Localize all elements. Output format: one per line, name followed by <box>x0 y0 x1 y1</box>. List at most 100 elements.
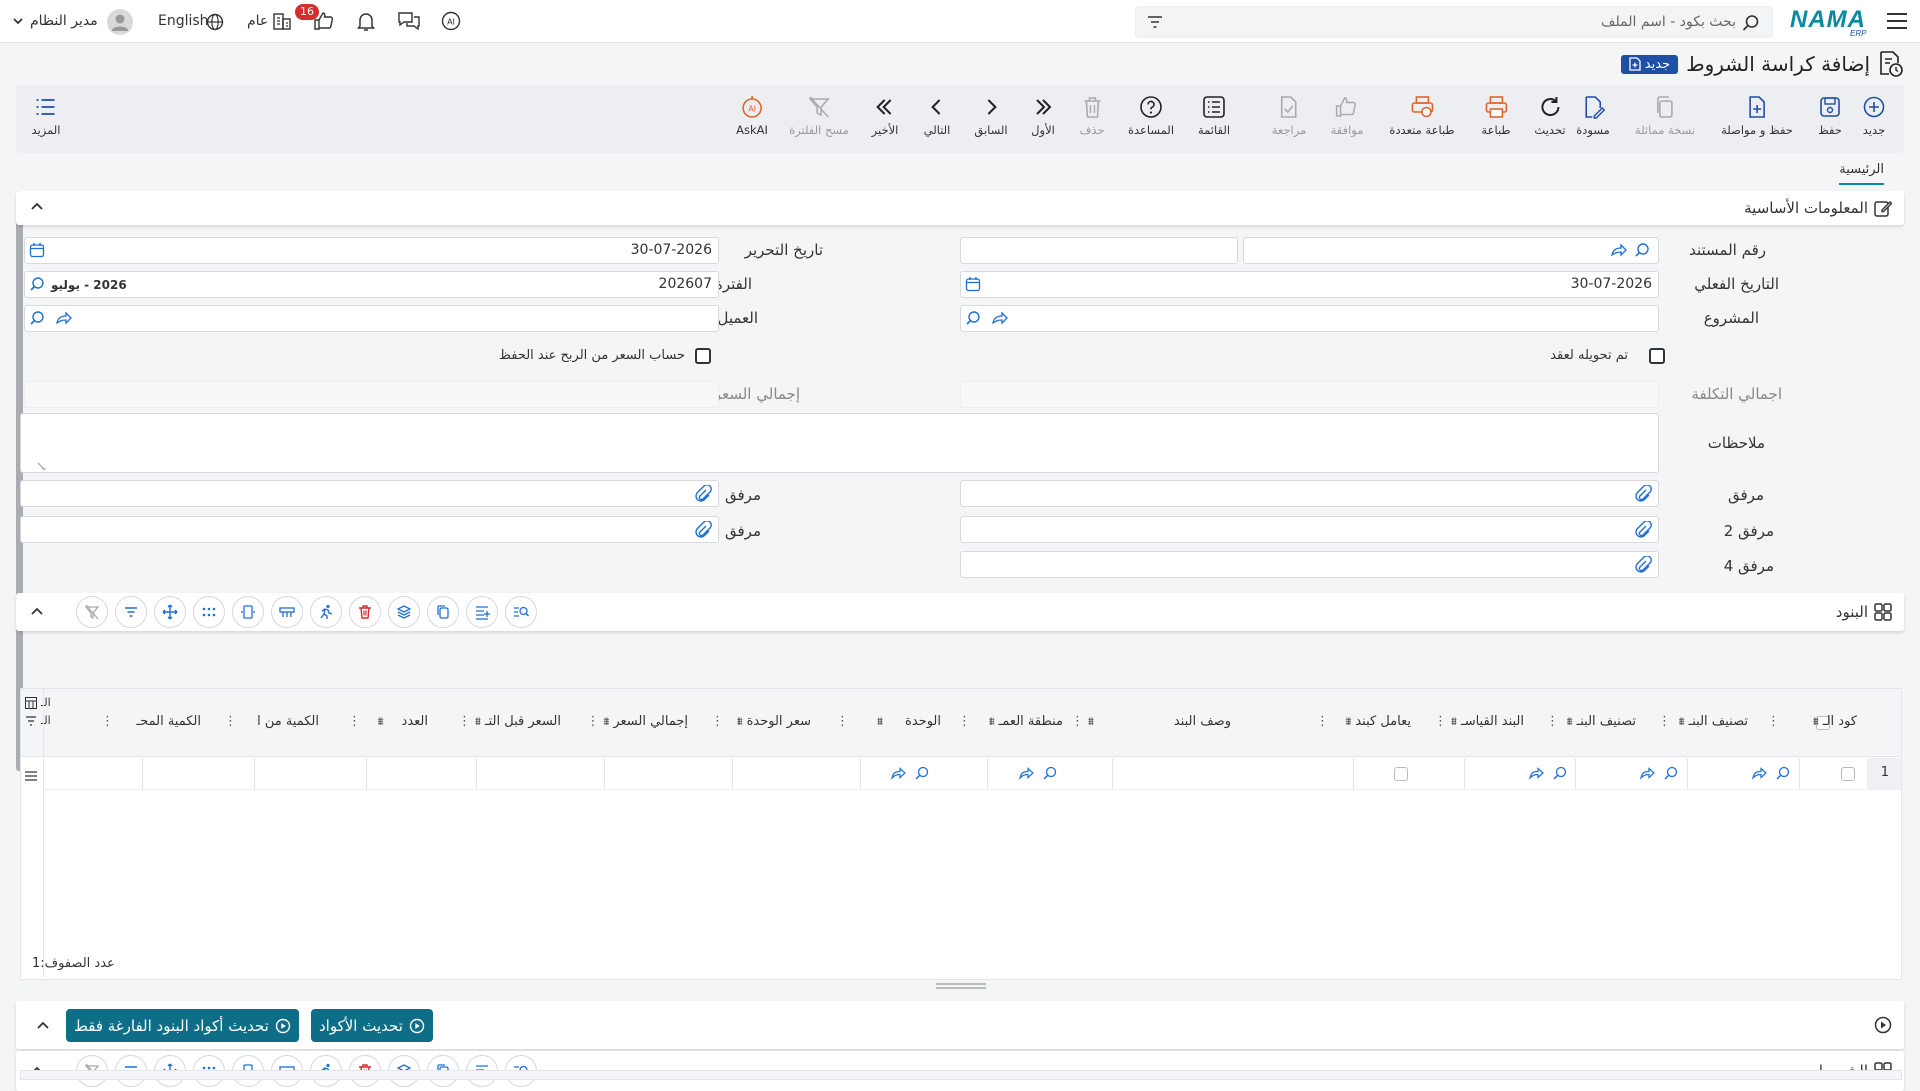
insert-row-icon[interactable] <box>466 596 498 628</box>
table-row[interactable]: 1 <box>43 758 1901 790</box>
building-icon[interactable] <box>272 11 292 31</box>
attachment-field[interactable] <box>960 480 1659 507</box>
attachment4-field[interactable] <box>960 551 1659 578</box>
multi-print-button[interactable]: طباعة متعددة <box>1389 95 1455 137</box>
open-link-icon[interactable] <box>1610 242 1628 258</box>
first-record-button[interactable]: الأول <box>1031 95 1055 137</box>
attachment3-field[interactable] <box>20 516 719 543</box>
filter-icon[interactable] <box>115 596 147 628</box>
search-input[interactable] <box>1176 12 1736 32</box>
lookup-open-icon[interactable] <box>1639 766 1655 780</box>
save-and-continue-button[interactable]: حفظ و مواصلة <box>1721 95 1793 137</box>
attachment1-field[interactable] <box>20 480 719 507</box>
nama-erp-logo[interactable]: NAMA ERP <box>1788 4 1872 38</box>
col-unit[interactable]: الوحدة ⩩ ⋮ <box>836 714 941 729</box>
lookup-search-icon[interactable] <box>1775 766 1791 780</box>
col-count[interactable]: العدد ⩩ ⋮ <box>348 714 428 729</box>
paperclip-icon[interactable] <box>1634 485 1652 503</box>
help-button[interactable]: المساعدة <box>1128 95 1174 137</box>
lookup-open-icon[interactable] <box>890 766 906 780</box>
language-switch[interactable]: English <box>158 13 209 29</box>
calendar-icon[interactable] <box>29 242 45 258</box>
period-field[interactable]: 2026 - يوليو 202607 <box>24 271 719 298</box>
col-item-class1[interactable]: تصنيف البنـ ⩩ ⋮ <box>1658 714 1748 729</box>
search-lookup-icon[interactable] <box>29 310 47 326</box>
col-qty-actual[interactable]: الكمية المحـ ⋮ <box>101 714 201 729</box>
search-icon[interactable] <box>1742 14 1760 32</box>
hamburger-menu-icon[interactable] <box>1886 11 1908 31</box>
col-total-price[interactable]: إجمالي السعر ⩩ ⋮ <box>588 714 688 729</box>
review-button[interactable]: مراجعة <box>1272 95 1306 137</box>
draft-button[interactable]: مسودة <box>1576 95 1610 137</box>
col-item-code[interactable]: كود الـ ⩩ ⋮ <box>1767 714 1857 729</box>
price-from-profit-checkbox[interactable] <box>695 348 711 364</box>
col-item-description[interactable]: وصف البند ⩩ ⋮ <box>1071 714 1301 729</box>
last-record-button[interactable]: الأخير <box>872 95 898 137</box>
lookup-search-icon[interactable] <box>1552 766 1568 780</box>
converted-to-contract-checkbox[interactable] <box>1649 348 1665 364</box>
collapse-chevron-icon[interactable] <box>30 605 44 619</box>
avatar[interactable] <box>107 9 133 35</box>
lookup-search-icon[interactable] <box>1042 766 1058 780</box>
columns-toggle-icon[interactable] <box>25 697 37 709</box>
chat-icon[interactable] <box>397 11 421 32</box>
actual-date-field[interactable]: 30-07-2026 <box>960 271 1659 298</box>
project-field[interactable] <box>960 305 1659 332</box>
user-dropdown-chevron-icon[interactable] <box>12 15 24 27</box>
col-treat-as-item[interactable]: يعامل كبند ⩩ ⋮ <box>1316 714 1411 729</box>
update-empty-codes-button[interactable]: تحديث أكواد البنود الفارغة فقط <box>66 1009 299 1042</box>
duplicate-button[interactable]: نسخة مماثلة <box>1635 95 1695 137</box>
paperclip-icon[interactable] <box>1634 521 1652 539</box>
user-name[interactable]: مدير النظام <box>30 13 98 29</box>
table-layout-icon[interactable] <box>271 596 303 628</box>
update-codes-button[interactable]: تحديث الأكواد <box>311 1009 433 1042</box>
edit-date-field[interactable]: 30-07-2026 <box>24 237 719 264</box>
treat-as-item-checkbox[interactable] <box>1394 767 1408 781</box>
filter-toggle-icon[interactable] <box>25 715 37 727</box>
open-link-icon[interactable] <box>991 310 1009 326</box>
save-button[interactable]: حفظ <box>1818 95 1842 137</box>
move-icon[interactable] <box>154 596 186 628</box>
previous-record-button[interactable]: السابق <box>974 95 1008 137</box>
search-lookup-icon[interactable] <box>1634 242 1652 258</box>
new-button[interactable]: جديد <box>1862 95 1886 137</box>
row-menu-icon[interactable] <box>25 771 37 781</box>
row-select-checkbox[interactable] <box>1841 767 1855 781</box>
running-person-icon[interactable] <box>310 596 342 628</box>
col-unit-price[interactable]: سعر الوحدة ⩩ ⋮ <box>711 714 811 729</box>
col-qty-from[interactable]: الكمية من ا ⋮ <box>224 714 319 729</box>
tab-main[interactable]: الرئيسية <box>1839 162 1884 185</box>
search-rows-icon[interactable] <box>505 596 537 628</box>
delete-row-icon[interactable] <box>349 596 381 628</box>
refresh-button[interactable]: تحديث <box>1534 95 1566 137</box>
more-button[interactable]: المزيد <box>32 95 60 137</box>
search-filter-icon[interactable] <box>1146 14 1164 30</box>
layers-icon[interactable] <box>388 596 420 628</box>
col-work-area[interactable]: منطقة العمـ ⩩ ⋮ <box>958 714 1063 729</box>
lookup-open-icon[interactable] <box>1528 766 1544 780</box>
paperclip-icon[interactable] <box>694 485 712 503</box>
clear-filter-button[interactable]: مسح الفلترة <box>789 95 849 137</box>
col-item-class2[interactable]: تصنيف البنـ ⩩ ⋮ <box>1546 714 1636 729</box>
customer-field[interactable] <box>24 305 719 332</box>
paperclip-icon[interactable] <box>1634 556 1652 574</box>
search-lookup-icon[interactable] <box>965 310 983 326</box>
scope-label[interactable]: عام <box>247 13 268 29</box>
approve-button[interactable]: موافقة <box>1331 95 1363 137</box>
print-button[interactable]: طباعة <box>1481 95 1511 137</box>
col-price-before-tax[interactable]: السعر قبل التـ ⩩ ⋮ <box>461 714 561 729</box>
col-standard-item[interactable]: البند القياسـ ⩩ ⋮ <box>1434 714 1524 729</box>
ai-assistant-icon[interactable]: AI <box>439 10 463 32</box>
next-record-button[interactable]: التالي <box>924 95 950 137</box>
search-lookup-icon[interactable] <box>29 276 47 292</box>
basic-info-header[interactable]: المعلومات الأساسية <box>16 191 1904 225</box>
lookup-search-icon[interactable] <box>914 766 930 780</box>
copy-row-icon[interactable] <box>427 596 459 628</box>
fit-columns-icon[interactable] <box>232 596 264 628</box>
collapse-chevron-icon[interactable] <box>36 1019 50 1033</box>
attachment2-field[interactable] <box>960 516 1659 543</box>
lookup-open-icon[interactable] <box>1018 766 1034 780</box>
bell-icon[interactable] <box>356 11 376 32</box>
open-link-icon[interactable] <box>55 310 73 326</box>
ask-ai-button[interactable]: AI AskAI <box>736 95 768 137</box>
